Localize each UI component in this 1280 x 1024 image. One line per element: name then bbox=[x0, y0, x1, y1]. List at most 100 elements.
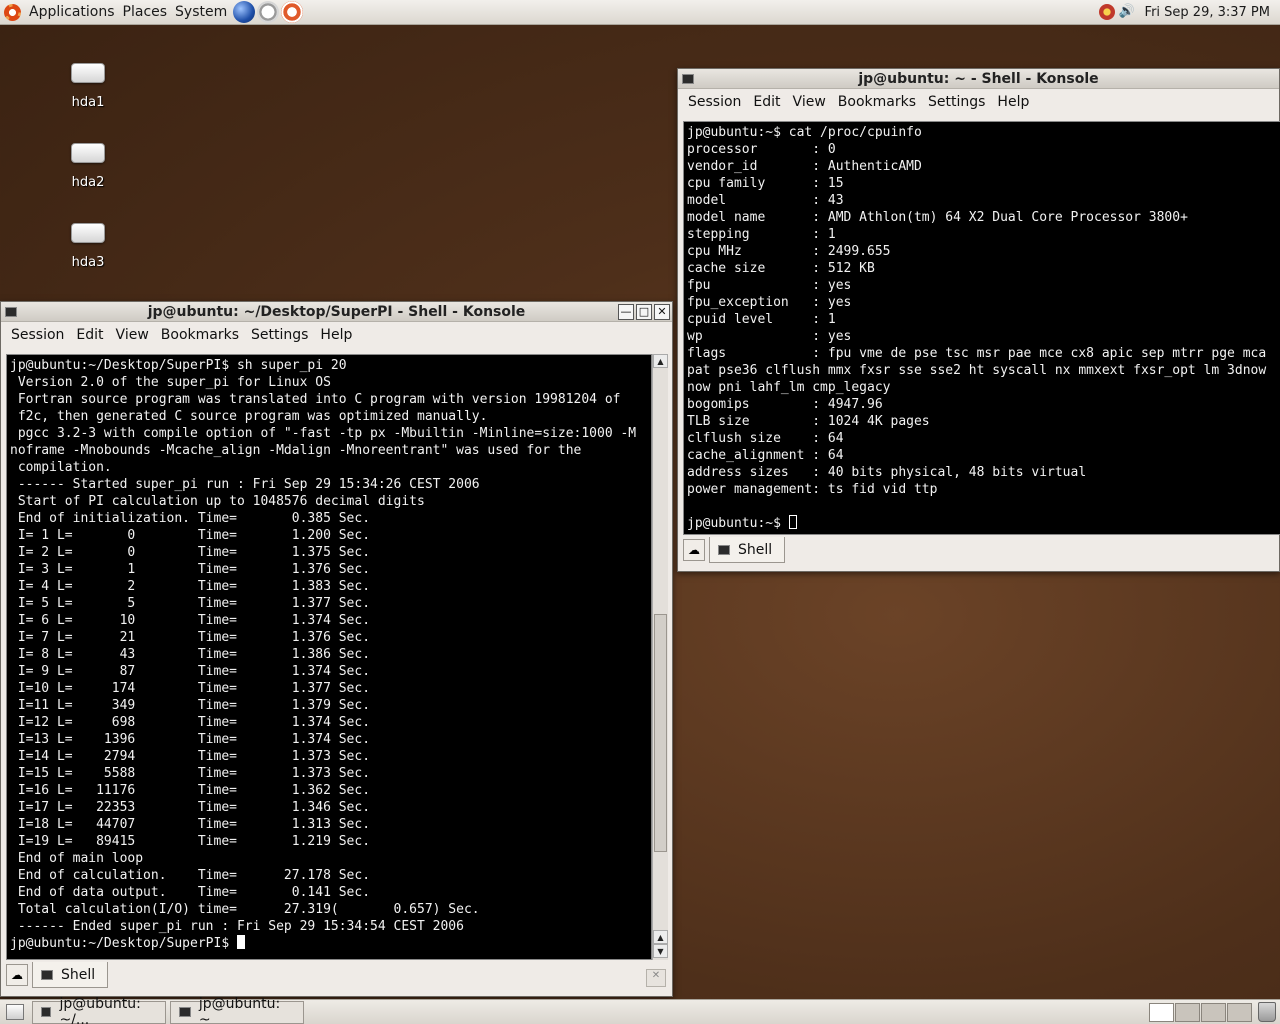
terminal-line: bogomips : 4947.96 bbox=[687, 397, 883, 412]
terminal-line: I= 8 L= 43 Time= 1.386 Sec. bbox=[10, 647, 371, 662]
menu-view[interactable]: View bbox=[787, 94, 832, 110]
menu-session[interactable]: Session bbox=[5, 327, 70, 343]
menu-help[interactable]: Help bbox=[314, 327, 358, 343]
terminal-line: End of data output. Time= 0.141 Sec. bbox=[10, 885, 371, 900]
desktop-icon-hda1[interactable]: hda1 bbox=[53, 63, 123, 110]
terminal-line: pgcc 3.2-3 with compile option of "-fast… bbox=[10, 426, 637, 441]
workspace-switcher bbox=[1149, 1002, 1252, 1022]
menu-settings[interactable]: Settings bbox=[922, 94, 991, 110]
desktop-icon-hda2[interactable]: hda2 bbox=[53, 143, 123, 190]
scroll-up-arrow-lower[interactable]: ▲ bbox=[653, 930, 668, 944]
menu-session[interactable]: Session bbox=[682, 94, 747, 110]
terminal-line: I= 2 L= 0 Time= 1.375 Sec. bbox=[10, 545, 371, 560]
taskbar-label: jp@ubuntu: ~/... bbox=[59, 996, 141, 1024]
tab-shell[interactable]: Shell bbox=[709, 537, 786, 563]
hard-drive-icon bbox=[71, 223, 105, 243]
terminal-output[interactable]: jp@ubuntu:~$ cat /proc/cpuinfo processor … bbox=[683, 121, 1280, 535]
terminal-line: End of calculation. Time= 27.178 Sec. bbox=[10, 868, 371, 883]
terminal-line: wp : yes bbox=[687, 329, 852, 344]
workspace-1[interactable] bbox=[1149, 1002, 1174, 1022]
panel-tray: 🔊 Fri Sep 29, 3:37 PM bbox=[1098, 0, 1280, 25]
menu-help[interactable]: Help bbox=[991, 94, 1035, 110]
email-client-launcher-icon[interactable] bbox=[257, 1, 280, 23]
terminal-icon bbox=[718, 544, 730, 555]
terminal-line: ------ Ended super_pi run : Fri Sep 29 1… bbox=[10, 919, 464, 934]
terminal-line: cpu family : 15 bbox=[687, 176, 844, 191]
scroll-down-arrow[interactable]: ▼ bbox=[653, 944, 668, 958]
terminal-line: vendor_id : AuthenticAMD bbox=[687, 159, 922, 174]
konsole-tabbar: ☁ Shell bbox=[6, 962, 109, 988]
terminal-line: fpu_exception : yes bbox=[687, 295, 852, 310]
desktop-icon-hda3[interactable]: hda3 bbox=[53, 223, 123, 270]
maximize-button[interactable]: □ bbox=[636, 303, 652, 320]
terminal-output[interactable]: jp@ubuntu:~/Desktop/SuperPI$ sh super_pi… bbox=[6, 354, 652, 960]
terminal-line: I=17 L= 22353 Time= 1.346 Sec. bbox=[10, 800, 371, 815]
text-cursor bbox=[236, 935, 245, 949]
menu-view[interactable]: View bbox=[110, 327, 155, 343]
menu-applications[interactable]: Applications bbox=[25, 0, 119, 25]
terminal-line: cache size : 512 KB bbox=[687, 261, 875, 276]
terminal-line: I=11 L= 349 Time= 1.379 Sec. bbox=[10, 698, 371, 713]
terminal-line: compilation. bbox=[10, 460, 112, 475]
taskbar-button-superpi[interactable]: jp@ubuntu: ~/... bbox=[32, 996, 166, 1024]
tab-shell[interactable]: Shell bbox=[32, 962, 109, 988]
terminal-line: f2c, then generated C source program was… bbox=[10, 409, 488, 424]
terminal-line: I= 1 L= 0 Time= 1.200 Sec. bbox=[10, 528, 371, 543]
window-title: jp@ubuntu: ~/Desktop/SuperPI - Shell - K… bbox=[147, 303, 526, 320]
ubuntu-logo-icon[interactable] bbox=[4, 3, 21, 21]
workspace-4[interactable] bbox=[1227, 1002, 1252, 1022]
bottom-panel: jp@ubuntu: ~/... jp@ubuntu: ~ bbox=[0, 996, 1280, 1024]
menu-bookmarks[interactable]: Bookmarks bbox=[832, 94, 922, 110]
terminal-line: Start of PI calculation up to 1048576 de… bbox=[10, 494, 425, 509]
trash-icon[interactable] bbox=[1258, 1002, 1276, 1022]
volume-icon[interactable]: 🔊 bbox=[1119, 4, 1135, 20]
menu-edit[interactable]: Edit bbox=[747, 94, 786, 110]
terminal-line: cache_alignment : 64 bbox=[687, 448, 844, 463]
terminal-line: model : 43 bbox=[687, 193, 844, 208]
minimize-button[interactable]: — bbox=[618, 303, 634, 320]
hard-drive-icon bbox=[71, 143, 105, 163]
terminal-line: processor : 0 bbox=[687, 142, 836, 157]
desktop-icon-label: hda3 bbox=[71, 255, 105, 270]
menu-bookmarks[interactable]: Bookmarks bbox=[155, 327, 245, 343]
help-launcher-icon[interactable] bbox=[281, 1, 304, 23]
terminal-line: End of main loop bbox=[10, 851, 144, 866]
konsole-window-superpi: jp@ubuntu: ~/Desktop/SuperPI - Shell - K… bbox=[0, 301, 673, 997]
terminal-line: address sizes : 40 bits physical, 48 bit… bbox=[687, 465, 1087, 480]
terminal-scrollbar[interactable]: ▲ ▲ ▼ bbox=[652, 354, 668, 960]
new-session-icon[interactable]: ☁ bbox=[6, 964, 28, 986]
close-button[interactable]: ✕ bbox=[654, 303, 670, 320]
konsole-menubar: Session Edit View Bookmarks Settings Help bbox=[1, 322, 672, 348]
close-session-icon[interactable]: ✕ bbox=[646, 969, 666, 987]
menu-settings[interactable]: Settings bbox=[245, 327, 314, 343]
show-desktop-icon[interactable] bbox=[6, 1004, 24, 1020]
window-titlebar[interactable]: jp@ubuntu: ~ - Shell - Konsole bbox=[678, 69, 1279, 89]
scroll-up-arrow[interactable]: ▲ bbox=[653, 354, 668, 368]
menu-edit[interactable]: Edit bbox=[70, 327, 109, 343]
terminal-line: I=10 L= 174 Time= 1.377 Sec. bbox=[10, 681, 371, 696]
terminal-line: I= 9 L= 87 Time= 1.374 Sec. bbox=[10, 664, 371, 679]
web-browser-launcher-icon[interactable] bbox=[233, 1, 256, 23]
terminal-line: I=16 L= 11176 Time= 1.362 Sec. bbox=[10, 783, 371, 798]
desktop-icon-label: hda1 bbox=[71, 95, 105, 110]
taskbar-button-home[interactable]: jp@ubuntu: ~ bbox=[170, 996, 304, 1024]
terminal-line: Version 2.0 of the super_pi for Linux OS bbox=[10, 375, 331, 390]
terminal-line: now pni lahf_lm cmp_legacy bbox=[687, 380, 891, 395]
new-session-icon[interactable]: ☁ bbox=[683, 539, 705, 561]
terminal-icon bbox=[41, 969, 53, 980]
terminal-line: I= 5 L= 5 Time= 1.377 Sec. bbox=[10, 596, 371, 611]
panel-clock[interactable]: Fri Sep 29, 3:37 PM bbox=[1145, 5, 1270, 20]
terminal-prompt-line[interactable]: jp@ubuntu:~$ bbox=[687, 515, 1277, 532]
menu-system[interactable]: System bbox=[171, 0, 231, 25]
terminal-prompt-line[interactable]: jp@ubuntu:~/Desktop/SuperPI$ bbox=[10, 935, 648, 952]
menu-places[interactable]: Places bbox=[119, 0, 172, 25]
terminal-line: jp@ubuntu:~/Desktop/SuperPI$ sh super_pi… bbox=[10, 358, 347, 373]
scroll-thumb[interactable] bbox=[654, 614, 667, 852]
update-notifier-icon[interactable] bbox=[1098, 4, 1115, 20]
workspace-3[interactable] bbox=[1201, 1002, 1226, 1022]
terminal-line: TLB size : 1024 4K pages bbox=[687, 414, 930, 429]
shell-prompt: jp@ubuntu:~$ bbox=[687, 516, 789, 531]
workspace-2[interactable] bbox=[1175, 1002, 1200, 1022]
window-titlebar[interactable]: jp@ubuntu: ~/Desktop/SuperPI - Shell - K… bbox=[1, 302, 672, 322]
